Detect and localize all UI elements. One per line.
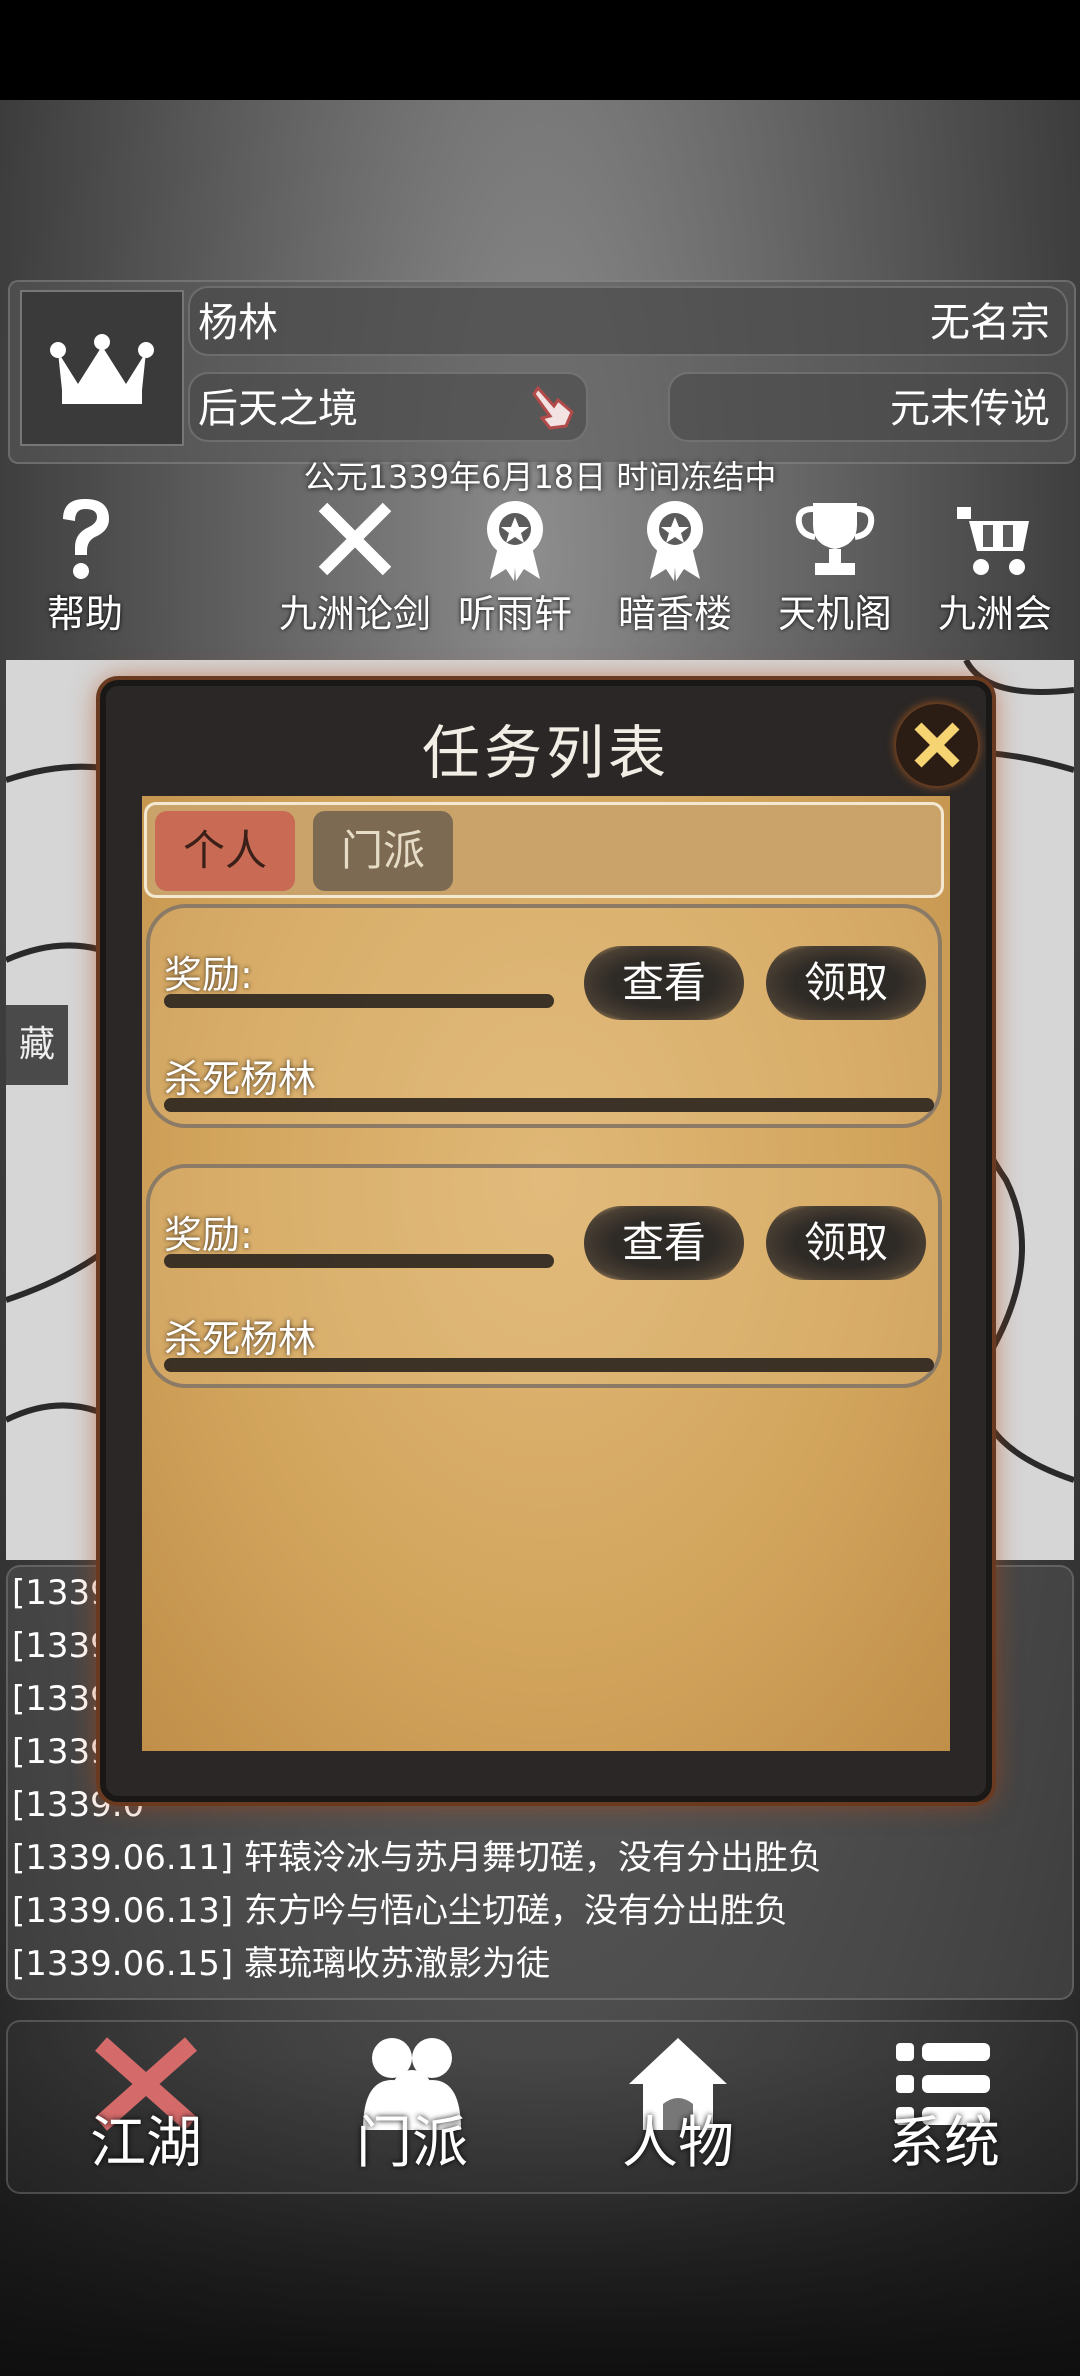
log-line: [1339.06.11] 轩辕泠冰与苏月舞切磋，没有分出胜负 — [12, 1838, 823, 1878]
ink-stroke — [164, 994, 554, 1008]
reward-label: 奖励: — [164, 1213, 253, 1257]
date-status: 公元1339年6月18日 时间冻结中 — [303, 458, 777, 496]
bottom-nav-jianghu[interactable]: 江湖 — [46, 2034, 246, 2179]
crossed-swords-icon — [318, 502, 392, 576]
nav-jiuzhou-hui[interactable]: 九洲会 — [910, 495, 1080, 638]
task-list-dialog: 任务列表 个人 门派 奖励: 查看 领取 杀死杨林 奖励: 查看 领取 杀死杨林 — [100, 680, 992, 1802]
view-button[interactable]: 查看 — [584, 946, 744, 1020]
log-line: [1339.06.13] 东方吟与悟心尘切磋，没有分出胜负 — [12, 1891, 789, 1931]
task-goal: 杀死杨林 — [164, 1057, 317, 1101]
nav-help[interactable]: 帮助 — [0, 495, 170, 638]
player-name-field: 杨林 无名宗 — [188, 286, 1068, 356]
cart-icon — [957, 507, 1029, 575]
nav-help-label: 帮助 — [46, 592, 123, 636]
dialog-title: 任务列表 — [421, 719, 670, 787]
bottom-nav: 江湖 门派 人物 系统 — [6, 2020, 1078, 2194]
close-button[interactable] — [896, 704, 978, 786]
claim-button[interactable]: 领取 — [766, 1206, 926, 1280]
task-panel: 个人 门派 奖励: 查看 领取 杀死杨林 奖励: 查看 领取 杀死杨林 — [142, 796, 950, 1751]
bottom-nav-xitong[interactable]: 系统 — [844, 2034, 1044, 2179]
bottom-nav-menpai[interactable]: 门派 — [312, 2034, 512, 2179]
bottom-nav-renwu-label: 人物 — [622, 2111, 734, 2176]
task-tabs: 个人 门派 — [144, 802, 944, 898]
avatar[interactable] — [20, 290, 184, 446]
bottom-nav-menpai-label: 门派 — [356, 2111, 468, 2176]
tab-sect[interactable]: 门派 — [313, 811, 453, 891]
era-text: 元末传说 — [890, 386, 1050, 432]
log-line: [1339.06.15] 慕琉璃收苏澈影为徒 — [12, 1944, 551, 1984]
bottom-nav-jianghu-label: 江湖 — [90, 2111, 202, 2176]
trophy-icon — [795, 503, 875, 575]
realm-field[interactable]: 后天之境 — [188, 372, 588, 442]
close-icon — [914, 722, 960, 768]
pointing-hand-icon — [528, 382, 580, 456]
ink-stroke — [164, 1098, 934, 1112]
nav-tianji-ge-label: 天机阁 — [777, 592, 892, 636]
nav-jiuzhou-lunjian-label: 九洲论剑 — [278, 592, 431, 636]
nav-jiuzhou-lunjian[interactable]: 九洲论剑 — [270, 495, 440, 638]
nav-jiuzhou-hui-label: 九洲会 — [937, 592, 1052, 636]
map-region-label[interactable]: 藏 — [6, 1005, 68, 1085]
medal-icon — [487, 501, 543, 581]
task-item: 奖励: 查看 领取 杀死杨林 — [146, 904, 942, 1128]
era-field: 元末传说 — [668, 372, 1068, 442]
nav-tianji-ge[interactable]: 天机阁 — [750, 495, 920, 638]
bottom-nav-xitong-label: 系统 — [888, 2111, 1000, 2176]
tab-personal[interactable]: 个人 — [155, 811, 295, 891]
claim-button[interactable]: 领取 — [766, 946, 926, 1020]
question-icon — [63, 499, 109, 579]
nav-anxiang-lou-label: 暗香楼 — [617, 592, 732, 636]
ink-stroke — [164, 1254, 554, 1268]
task-goal: 杀死杨林 — [164, 1317, 317, 1361]
player-header: 杨林 无名宗 后天之境 元末传说 — [8, 280, 1076, 464]
bottom-nav-renwu[interactable]: 人物 — [578, 2034, 778, 2179]
crown-icon — [50, 334, 154, 404]
medal-icon — [647, 501, 703, 581]
sect-name: 无名宗 — [930, 300, 1050, 346]
top-nav: 帮助 九洲论剑 听雨轩 暗香楼 天机阁 九洲会 — [0, 495, 1080, 640]
nav-anxiang-lou[interactable]: 暗香楼 — [590, 495, 760, 638]
nav-tingyu-xuan-label: 听雨轩 — [457, 592, 572, 636]
player-name: 杨林 — [198, 300, 278, 346]
realm-text: 后天之境 — [198, 386, 358, 432]
view-button[interactable]: 查看 — [584, 1206, 744, 1280]
reward-label: 奖励: — [164, 953, 253, 997]
nav-tingyu-xuan[interactable]: 听雨轩 — [430, 495, 600, 638]
ink-stroke — [164, 1358, 934, 1372]
task-item: 奖励: 查看 领取 杀死杨林 — [146, 1164, 942, 1388]
